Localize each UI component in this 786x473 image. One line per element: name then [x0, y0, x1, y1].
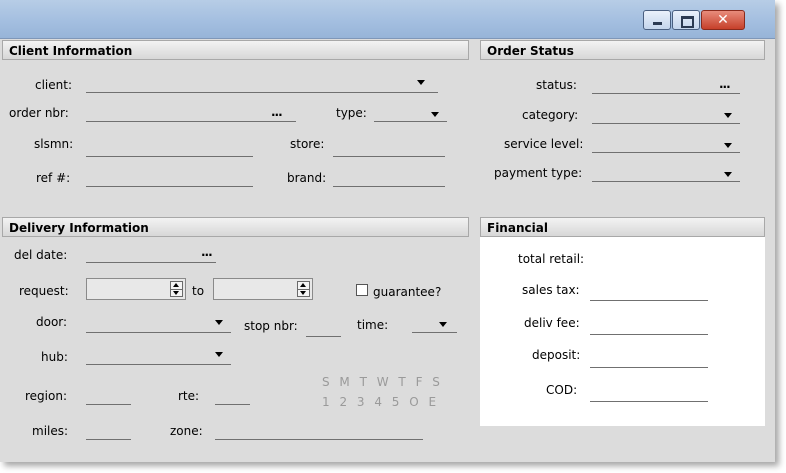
sales-tax-label: sales tax:: [522, 283, 580, 297]
time-label: time:: [357, 318, 389, 332]
region-label: region:: [25, 389, 67, 403]
order-nbr-ellipsis-button[interactable]: ...: [271, 105, 283, 119]
to-label: to: [192, 284, 205, 298]
hub-dropdown[interactable]: [86, 350, 231, 365]
status-label: status:: [536, 78, 577, 92]
payment-type-label: payment type:: [494, 166, 583, 180]
guarantee-label: guarantee?: [373, 285, 442, 299]
deposit-field[interactable]: [590, 353, 708, 368]
door-label: door:: [36, 315, 68, 329]
door-dropdown[interactable]: [86, 318, 231, 333]
stop-nbr-field[interactable]: [306, 322, 341, 337]
deliv-fee-field[interactable]: [590, 320, 708, 335]
client-dropdown[interactable]: [86, 78, 438, 93]
brand-label: brand:: [287, 171, 327, 185]
status-ellipsis-button[interactable]: ...: [719, 77, 731, 91]
spinner-arrows-icon[interactable]: [170, 281, 183, 297]
app-window: ✕ Client Information client: order nbr: …: [0, 0, 775, 462]
title-bar: ✕: [0, 0, 775, 39]
rte-label: rte:: [178, 389, 200, 403]
del-date-ellipsis-button[interactable]: ...: [201, 245, 213, 259]
order-nbr-label: order nbr:: [9, 106, 69, 120]
cod-field[interactable]: [590, 387, 708, 402]
request-label: request:: [19, 284, 69, 298]
category-label: category:: [522, 108, 579, 122]
close-icon: ✕: [717, 12, 729, 28]
category-dropdown[interactable]: [592, 109, 740, 124]
chevron-down-icon[interactable]: [215, 320, 223, 325]
order-section-header: Order Status: [480, 40, 765, 60]
chevron-down-icon[interactable]: [417, 80, 425, 85]
brand-field[interactable]: [333, 172, 445, 187]
deliv-fee-label: deliv fee:: [524, 316, 580, 330]
client-section-header: Client Information: [2, 40, 469, 60]
close-button[interactable]: ✕: [701, 10, 745, 30]
region-field[interactable]: [86, 390, 131, 405]
client-label: client:: [35, 78, 73, 92]
time-dropdown[interactable]: [412, 318, 457, 333]
spinner-arrows-icon[interactable]: [297, 281, 310, 297]
zone-field[interactable]: [215, 425, 423, 440]
deposit-label: deposit:: [532, 348, 581, 362]
service-level-label: service level:: [504, 137, 584, 151]
miles-label: miles:: [32, 424, 69, 438]
financial-section-header: Financial: [480, 217, 765, 237]
request-from-spinner[interactable]: [86, 278, 186, 300]
payment-type-dropdown[interactable]: [592, 167, 740, 182]
sales-tax-field[interactable]: [590, 286, 708, 301]
chevron-down-icon[interactable]: [724, 143, 732, 148]
days-of-week: S M T W T F S: [322, 375, 443, 389]
maximize-button[interactable]: [672, 10, 700, 30]
hub-label: hub:: [41, 350, 68, 364]
rte-field[interactable]: [215, 390, 250, 405]
guarantee-checkbox[interactable]: [356, 284, 368, 296]
service-level-dropdown[interactable]: [592, 138, 740, 153]
chevron-down-icon[interactable]: [431, 112, 439, 117]
total-retail-label: total retail:: [518, 252, 585, 266]
store-label: store:: [290, 137, 325, 151]
minimize-button[interactable]: [643, 10, 671, 30]
chevron-down-icon[interactable]: [724, 172, 732, 177]
delivery-section-header: Delivery Information: [2, 217, 469, 237]
miles-field[interactable]: [86, 425, 131, 440]
chevron-down-icon[interactable]: [439, 322, 447, 327]
ref-label: ref #:: [36, 171, 71, 185]
ref-field[interactable]: [86, 172, 253, 187]
slsmn-label: slsmn:: [34, 137, 74, 151]
chevron-down-icon[interactable]: [724, 113, 732, 118]
slsmn-field[interactable]: [86, 142, 253, 157]
cod-label: COD:: [546, 383, 578, 397]
stop-nbr-label: stop nbr:: [244, 319, 298, 333]
order-nbr-field[interactable]: [86, 107, 296, 122]
del-date-label: del date:: [14, 248, 68, 262]
status-field[interactable]: [592, 79, 740, 94]
chevron-down-icon[interactable]: [215, 352, 223, 357]
store-field[interactable]: [333, 142, 445, 157]
zone-label: zone:: [170, 424, 203, 438]
del-date-field[interactable]: [86, 248, 216, 263]
request-to-spinner[interactable]: [213, 278, 313, 300]
type-label: type:: [336, 106, 367, 120]
day-numbers: 1 2 3 4 5 O E: [322, 395, 440, 409]
